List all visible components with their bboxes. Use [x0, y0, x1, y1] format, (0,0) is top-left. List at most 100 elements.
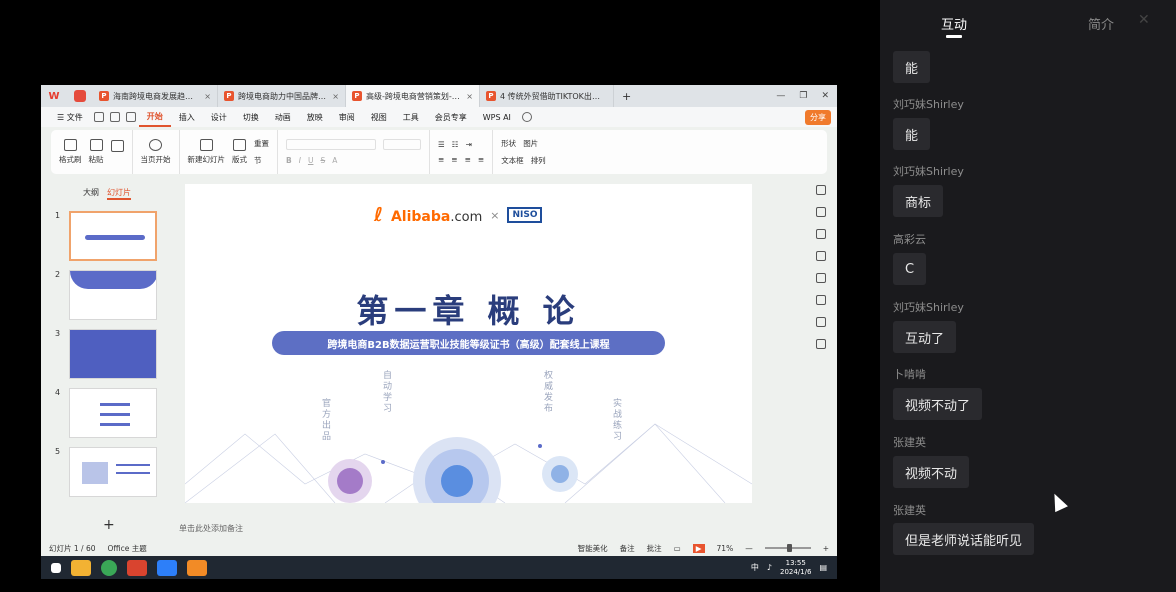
thumbnail-item[interactable]: 4 — [55, 388, 157, 438]
volume-icon[interactable]: ♪ — [767, 563, 772, 572]
clock[interactable]: 13:55 2024/1/6 — [780, 559, 811, 577]
beautify-button[interactable]: 智能美化 — [578, 543, 608, 554]
menu-tools[interactable]: 工具 — [395, 107, 427, 127]
app2-taskbar-icon[interactable] — [187, 559, 207, 576]
menu-home[interactable]: 开始 — [138, 107, 171, 127]
menu-member[interactable]: 会员专享 — [427, 107, 475, 127]
font-size-select[interactable] — [383, 139, 421, 150]
star-icon[interactable] — [816, 207, 826, 217]
wps-logo-icon[interactable]: W — [41, 85, 67, 107]
new-slide-button[interactable]: 新建幻灯片 — [188, 139, 225, 165]
menu-transition[interactable]: 切换 — [235, 107, 267, 127]
zoom-slider[interactable] — [764, 544, 811, 552]
maximize-icon[interactable]: ❐ — [799, 91, 807, 101]
reset-button[interactable]: 重置 — [254, 138, 269, 149]
zoom-in-icon[interactable]: + — [823, 544, 829, 553]
font-color-icon[interactable]: A — [332, 156, 337, 165]
document-tab-active[interactable]: P 高级-跨境电商营销策划-第1章 × — [346, 85, 480, 107]
comments-button[interactable]: 批注 — [647, 543, 662, 554]
close-icon[interactable]: × — [204, 92, 211, 101]
slide-thumbnail[interactable] — [69, 329, 157, 379]
windows-start-icon[interactable] — [51, 562, 61, 573]
shape-button[interactable]: 形状 — [501, 138, 516, 149]
more-icon[interactable] — [816, 339, 826, 349]
document-tab[interactable]: P 海南跨境电商发展趋势、… × — [93, 85, 218, 107]
slideshow-play-icon[interactable]: ▶ — [692, 543, 705, 553]
close-icon[interactable]: × — [332, 92, 339, 101]
share-button[interactable]: 分享 — [805, 109, 831, 125]
browser-icon[interactable] — [101, 559, 117, 576]
slide-thumbnail[interactable] — [69, 270, 157, 320]
font-family-select[interactable] — [286, 139, 376, 150]
menu-design[interactable]: 设计 — [203, 107, 235, 127]
tab-slides[interactable]: 幻灯片 — [107, 187, 131, 200]
docer-home-icon[interactable] — [67, 85, 93, 107]
copy-icon[interactable] — [816, 229, 826, 239]
search-icon[interactable] — [521, 112, 532, 122]
document-tab[interactable]: P 跨境电商助力中国品牌出海—… × — [218, 85, 346, 107]
menu-view[interactable]: 视图 — [363, 107, 395, 127]
tab-intro[interactable]: 简介 — [1088, 14, 1114, 33]
zoom-out-icon[interactable]: — — [745, 544, 753, 553]
animation-icon[interactable] — [816, 251, 826, 261]
paste-button[interactable]: 粘贴 — [89, 139, 104, 165]
numbered-list-icon[interactable]: ☷ — [452, 140, 459, 149]
save-icon[interactable] — [93, 112, 104, 122]
menu-animation[interactable]: 动画 — [267, 107, 299, 127]
new-tab-icon[interactable]: + — [614, 90, 639, 103]
close-window-icon[interactable]: ✕ — [821, 91, 829, 101]
notes-placeholder[interactable]: 单击此处添加备注 — [179, 523, 243, 534]
slide-thumbnail[interactable] — [69, 388, 157, 438]
thumbnail-item[interactable]: 1 — [55, 211, 157, 261]
notification-icon[interactable]: ▤ — [819, 563, 827, 572]
close-icon[interactable]: × — [466, 92, 473, 101]
menu-review[interactable]: 审阅 — [331, 107, 363, 127]
document-tab[interactable]: P 4 传统外贸借助TIKTOK出海加速 — [480, 85, 614, 107]
align-center-icon[interactable]: ≡ — [451, 155, 457, 164]
align-left-icon[interactable]: ≡ — [438, 155, 444, 164]
bullet-list-icon[interactable]: ☰ — [438, 140, 445, 149]
layout-button[interactable]: 版式 — [232, 139, 247, 165]
settings-icon[interactable] — [816, 185, 826, 195]
section-button[interactable]: 节 — [254, 155, 269, 166]
normal-view-icon[interactable]: ▭ — [674, 544, 681, 553]
format-painter-button[interactable]: 格式刷 — [59, 139, 82, 165]
print-icon[interactable] — [109, 112, 120, 122]
menu-insert[interactable]: 插入 — [171, 107, 203, 127]
play-from-current-button[interactable]: 当页开始 — [141, 139, 171, 165]
arrange-button[interactable]: 排列 — [531, 155, 546, 166]
help-icon[interactable] — [816, 317, 826, 327]
minimize-icon[interactable]: — — [776, 91, 785, 101]
slide-thumbnail[interactable] — [69, 447, 157, 497]
app-taskbar-icon[interactable] — [157, 559, 177, 576]
thumbnail-item[interactable]: 3 — [55, 329, 157, 379]
bold-icon[interactable]: B — [286, 156, 292, 165]
menu-file[interactable]: ☰ 文件 — [49, 107, 91, 127]
picture-button[interactable]: 图片 — [523, 138, 538, 149]
share-panel-icon[interactable] — [816, 295, 826, 305]
slide-canvas[interactable]: ℓ Alibaba.com × NISO 第一章 概 论 跨境电商B2B数据运营… — [185, 184, 752, 503]
justify-icon[interactable]: ≡ — [478, 155, 484, 164]
menu-slideshow[interactable]: 放映 — [299, 107, 331, 127]
thumbnail-item[interactable]: 5 — [55, 447, 157, 497]
tools-icon[interactable] — [816, 273, 826, 283]
undo-icon[interactable] — [125, 112, 136, 122]
notes-button[interactable]: 备注 — [620, 543, 635, 554]
slide-thumbnail[interactable] — [69, 211, 157, 261]
wps-taskbar-icon[interactable] — [127, 559, 147, 576]
italic-icon[interactable]: I — [299, 156, 301, 165]
align-right-icon[interactable]: ≡ — [465, 155, 471, 164]
close-icon[interactable]: ✕ — [1138, 12, 1150, 28]
menu-wps-ai[interactable]: WPS AI — [475, 107, 519, 127]
ime-indicator[interactable]: 中 — [751, 562, 759, 573]
tab-outline[interactable]: 大纲 — [83, 187, 99, 200]
tab-interact[interactable]: 互动 — [941, 14, 967, 38]
add-slide-icon[interactable]: + — [103, 517, 115, 533]
zoom-level[interactable]: 71% — [717, 544, 734, 553]
thumbnail-item[interactable]: 2 — [55, 270, 157, 320]
indent-icon[interactable]: ⇥ — [465, 140, 471, 149]
strike-icon[interactable]: S — [320, 156, 325, 165]
cut-button[interactable] — [110, 140, 124, 164]
underline-icon[interactable]: U — [308, 156, 314, 165]
textbox-button[interactable]: 文本框 — [501, 155, 524, 166]
